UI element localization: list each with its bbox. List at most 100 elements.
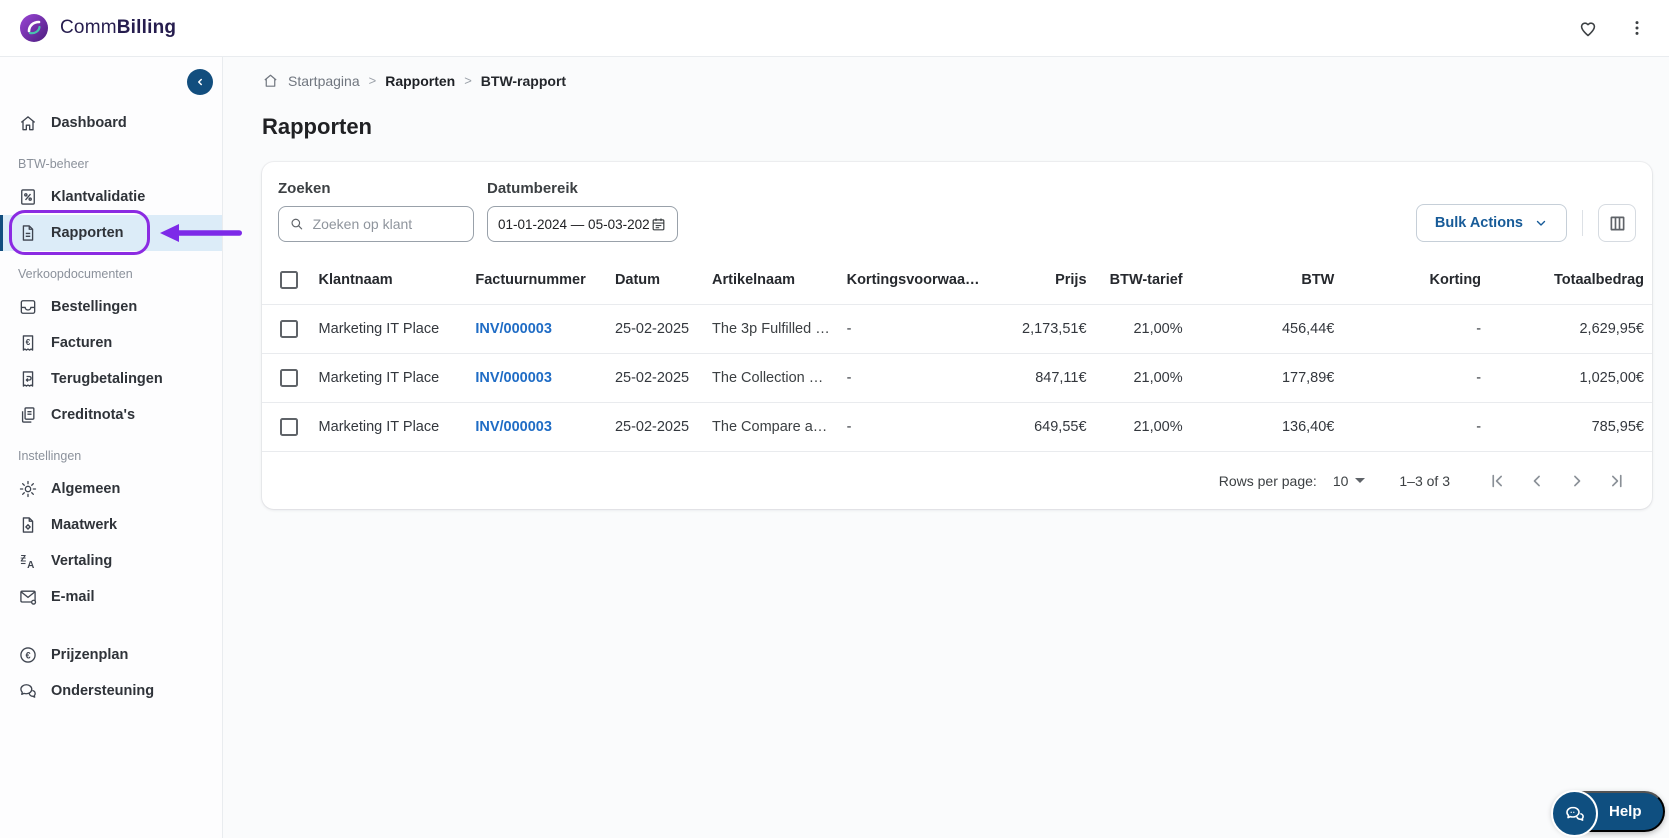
search-icon bbox=[291, 218, 303, 230]
column-header-factuurnummer[interactable]: Factuurnummer bbox=[467, 256, 607, 305]
cell-kortingsvoorwaarden: - bbox=[838, 353, 989, 403]
sidebar-item-bestellingen[interactable]: Bestellingen bbox=[0, 289, 222, 325]
breadcrumb-startpagina[interactable]: Startpagina bbox=[288, 73, 360, 89]
mail-gear-icon bbox=[20, 590, 37, 605]
row-checkbox[interactable] bbox=[280, 320, 298, 338]
select-all-checkbox[interactable] bbox=[280, 271, 298, 289]
svg-text:€: € bbox=[26, 337, 31, 347]
report-document-icon bbox=[22, 225, 34, 241]
column-header-totaalbedrag[interactable]: Totaalbedrag bbox=[1489, 256, 1652, 305]
svg-text:A: A bbox=[27, 560, 34, 571]
column-header-btw[interactable]: BTW bbox=[1190, 256, 1343, 305]
cell-btw-tarief: 21,00% bbox=[1094, 402, 1191, 452]
caret-down-icon bbox=[1355, 478, 1366, 483]
home-icon[interactable] bbox=[262, 72, 279, 89]
search-label: Zoeken bbox=[278, 180, 331, 197]
cell-korting: - bbox=[1342, 402, 1490, 452]
cell-totaalbedrag: 2,629,95€ bbox=[1489, 304, 1652, 354]
last-page-icon[interactable] bbox=[1604, 468, 1630, 494]
translate-icon: Ƶ A bbox=[21, 553, 35, 571]
breadcrumb-separator: > bbox=[368, 73, 377, 88]
table-row: Marketing IT Place INV/000003 25-02-2025… bbox=[262, 402, 1652, 452]
row-checkbox[interactable] bbox=[280, 418, 298, 436]
sidebar-item-maatwerk[interactable]: Maatwerk bbox=[0, 507, 222, 543]
cell-totaalbedrag: 785,95€ bbox=[1489, 402, 1652, 452]
sidebar-item-algemeen[interactable]: Algemeen bbox=[0, 471, 222, 507]
table-row: Marketing IT Place INV/000003 25-02-2025… bbox=[262, 304, 1652, 354]
sidebar-item-label: Bestellingen bbox=[51, 299, 138, 315]
cell-datum: 25-02-2025 bbox=[606, 353, 705, 403]
cell-btw: 177,89€ bbox=[1190, 353, 1343, 403]
cell-klantnaam: Marketing IT Place bbox=[310, 402, 468, 452]
sidebar-item-label: Ondersteuning bbox=[51, 683, 155, 699]
table-header-row: Klantnaam Factuurnummer Datum Artikelnaa… bbox=[262, 256, 1652, 305]
column-header-btw-tarief[interactable]: BTW-tarief bbox=[1094, 256, 1191, 305]
rows-per-page-select[interactable]: 10 bbox=[1333, 473, 1366, 489]
copy-documents-icon bbox=[21, 407, 35, 423]
calendar-icon bbox=[652, 217, 665, 230]
sidebar-item-label: Creditnota's bbox=[51, 407, 136, 423]
date-range-input[interactable]: 01-01-2024 — 05-03-202 bbox=[487, 206, 678, 242]
brand-logo-icon bbox=[18, 12, 50, 44]
help-button[interactable]: Help bbox=[1551, 790, 1665, 837]
sidebar-item-prijzenplan[interactable]: € Prijzenplan bbox=[0, 637, 222, 673]
brand-name: CommBilling bbox=[60, 17, 177, 38]
search-box bbox=[278, 206, 474, 242]
breadcrumb: Startpagina > Rapporten > BTW-rapport bbox=[262, 72, 1652, 89]
column-header-klantnaam[interactable]: Klantnaam bbox=[310, 256, 468, 305]
sidebar-item-klantvalidatie[interactable]: Klantvalidatie bbox=[0, 179, 222, 215]
support-chat-icon bbox=[20, 684, 36, 698]
next-page-icon[interactable] bbox=[1564, 468, 1590, 494]
refund-receipt-icon bbox=[22, 371, 34, 387]
svg-text:€: € bbox=[25, 650, 30, 660]
reports-card: Zoeken Datumbereik 01-01-2024 — 05-03-20… bbox=[262, 162, 1652, 509]
first-page-icon[interactable] bbox=[1484, 468, 1510, 494]
cell-prijs: 649,55€ bbox=[988, 402, 1095, 452]
sidebar-item-facturen[interactable]: € Facturen bbox=[0, 325, 222, 361]
help-label: Help bbox=[1609, 803, 1642, 820]
cell-btw: 456,44€ bbox=[1190, 304, 1343, 354]
home-icon bbox=[20, 116, 36, 131]
cell-prijs: 847,11€ bbox=[988, 353, 1095, 403]
support-chat-icon bbox=[1551, 790, 1598, 837]
sidebar-item-email[interactable]: E-mail bbox=[0, 579, 222, 615]
heart-icon[interactable] bbox=[1577, 17, 1599, 39]
sidebar-item-vertaling[interactable]: Ƶ A Vertaling bbox=[0, 543, 222, 579]
page-title: Rapporten bbox=[262, 114, 372, 139]
date-range-label: Datumbereik bbox=[487, 180, 578, 197]
sidebar-item-rapporten[interactable]: Rapporten bbox=[0, 210, 242, 255]
cell-klantnaam: Marketing IT Place bbox=[310, 353, 468, 403]
column-settings-button[interactable] bbox=[1598, 204, 1636, 242]
cell-artikelnaam: The 3p Fulfilled S… bbox=[704, 304, 839, 354]
kebab-menu-icon[interactable] bbox=[1627, 17, 1647, 39]
cell-artikelnaam: The Compare at … bbox=[704, 402, 839, 452]
invoice-link[interactable]: INV/000003 bbox=[475, 370, 552, 386]
sidebar-item-label: Terugbetalingen bbox=[51, 371, 163, 387]
brand: CommBilling bbox=[18, 12, 176, 44]
column-header-kortingsvoorwaarden[interactable]: Kortingsvoorwaar… bbox=[838, 256, 989, 305]
row-checkbox[interactable] bbox=[280, 369, 298, 387]
column-header-korting[interactable]: Korting bbox=[1342, 256, 1490, 305]
inbox-icon bbox=[20, 300, 36, 314]
breadcrumb-rapporten[interactable]: Rapporten bbox=[385, 73, 455, 89]
invoice-link[interactable]: INV/000003 bbox=[475, 321, 552, 337]
column-header-prijs[interactable]: Prijs bbox=[988, 256, 1095, 305]
sidebar-collapse-button[interactable] bbox=[187, 69, 213, 95]
chevron-down-icon bbox=[1536, 220, 1546, 226]
sidebar-item-label: Dashboard bbox=[51, 115, 127, 131]
sidebar-item-dashboard[interactable]: Dashboard bbox=[0, 105, 222, 141]
sidebar-item-label: E-mail bbox=[51, 589, 95, 605]
sidebar-item-terugbetalingen[interactable]: Terugbetalingen bbox=[0, 361, 222, 397]
sidebar-item-ondersteuning[interactable]: Ondersteuning bbox=[0, 673, 222, 709]
invoice-link[interactable]: INV/000003 bbox=[475, 419, 552, 435]
sidebar-item-label: Algemeen bbox=[51, 481, 121, 497]
prev-page-icon[interactable] bbox=[1524, 468, 1550, 494]
cell-kortingsvoorwaarden: - bbox=[838, 304, 989, 354]
column-header-datum[interactable]: Datum bbox=[606, 256, 705, 305]
bulk-actions-button[interactable]: Bulk Actions bbox=[1415, 204, 1567, 242]
column-header-artikelnaam[interactable]: Artikelnaam bbox=[704, 256, 839, 305]
sidebar-item-creditnotas[interactable]: Creditnota's bbox=[0, 397, 222, 433]
document-gear-icon bbox=[22, 517, 34, 533]
search-input[interactable] bbox=[312, 216, 463, 232]
vertical-divider bbox=[1582, 210, 1583, 236]
